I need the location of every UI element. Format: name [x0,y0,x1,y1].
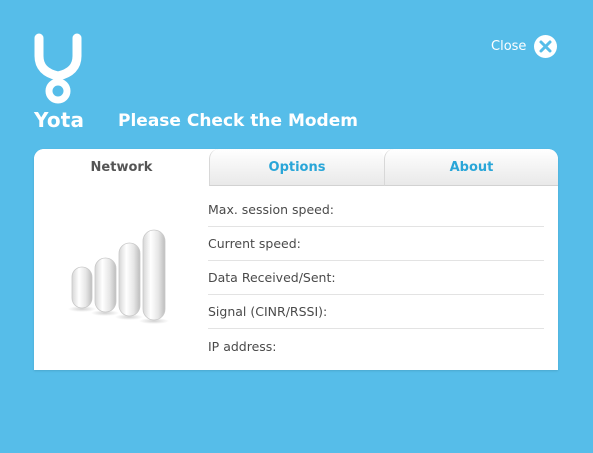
tab-network-label: Network [90,160,153,175]
signal-bars-icon [68,229,174,324]
network-info-list: Max. session speed: Current speed: Data … [208,193,544,363]
tab-bar: Network Options About [34,149,558,186]
field-data-received-sent: Data Received/Sent: [208,261,544,295]
close-icon[interactable] [534,35,558,58]
tab-options[interactable]: Options [209,149,384,186]
field-label: Signal (CINR/RSSI): [208,304,328,319]
field-signal: Signal (CINR/RSSI): [208,295,544,329]
brand-name: Yota [34,108,85,132]
page-title: Please Check the Modem [118,111,358,131]
field-label: Data Received/Sent: [208,270,336,285]
close-button[interactable]: Close [491,35,558,58]
field-label: Max. session speed: [208,202,335,217]
field-ip-address: IP address: [208,329,544,363]
tab-network[interactable]: Network [34,149,209,186]
tab-options-label: Options [268,159,326,175]
tab-about[interactable]: About [384,149,558,186]
network-panel: Network Options About Max. session speed… [34,149,558,370]
field-label: Current speed: [208,236,301,251]
close-label: Close [491,39,527,54]
field-max-session-speed: Max. session speed: [208,193,544,227]
tab-about-label: About [449,159,494,175]
field-current-speed: Current speed: [208,227,544,261]
field-label: IP address: [208,338,277,354]
